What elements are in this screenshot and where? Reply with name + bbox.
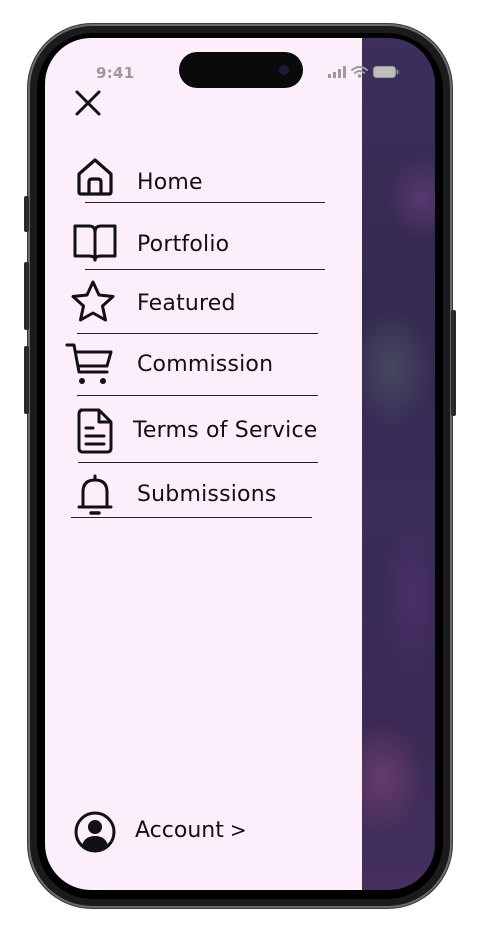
menu-divider	[71, 517, 312, 518]
book-icon	[73, 224, 117, 262]
status-icons	[328, 66, 399, 78]
menu-item-label: Featured	[137, 291, 236, 316]
wifi-icon	[351, 66, 368, 78]
menu-item-label: Portfolio	[137, 232, 230, 257]
action-button	[24, 196, 29, 232]
bell-icon	[77, 474, 113, 515]
volume-down-button	[24, 346, 29, 414]
signal-icon	[328, 66, 346, 78]
user-circle-icon	[74, 811, 116, 853]
document-icon	[77, 408, 113, 454]
star-icon	[71, 280, 115, 322]
home-icon	[77, 158, 113, 196]
close-button[interactable]	[73, 88, 103, 118]
battery-icon	[373, 66, 399, 78]
menu-divider	[77, 333, 318, 334]
chevron-right-icon: >	[229, 818, 247, 842]
volume-up-button	[24, 262, 29, 330]
status-time: 9:41	[96, 64, 135, 82]
dynamic-island	[179, 52, 303, 88]
screen: 9:41 Home Portfolio Featured Commission …	[45, 38, 435, 890]
menu-divider	[78, 462, 318, 463]
menu-item-portfolio[interactable]: Portfolio	[45, 216, 345, 274]
menu-divider	[77, 395, 318, 396]
account-label: Account >	[135, 818, 247, 843]
background-artwork[interactable]	[362, 38, 435, 890]
menu-item-commission[interactable]: Commission	[45, 338, 345, 396]
menu-divider	[85, 202, 325, 203]
menu-item-label: Commission	[137, 352, 274, 377]
menu-item-featured[interactable]: Featured	[45, 276, 345, 334]
menu-divider	[85, 269, 325, 270]
menu-item-label: Home	[137, 170, 203, 195]
power-button	[451, 310, 456, 416]
account-button[interactable]: Account >	[73, 808, 273, 856]
navigation-drawer: 9:41 Home Portfolio Featured Commission …	[45, 38, 362, 890]
front-camera	[279, 65, 289, 75]
account-text: Account	[135, 818, 224, 843]
menu-item-terms-of-service[interactable]: Terms of Service	[45, 404, 345, 462]
menu-item-label: Submissions	[137, 482, 277, 507]
menu-item-home[interactable]: Home	[45, 150, 345, 208]
close-icon	[75, 90, 101, 116]
cart-icon	[65, 343, 113, 384]
menu-item-label: Terms of Service	[133, 418, 318, 443]
